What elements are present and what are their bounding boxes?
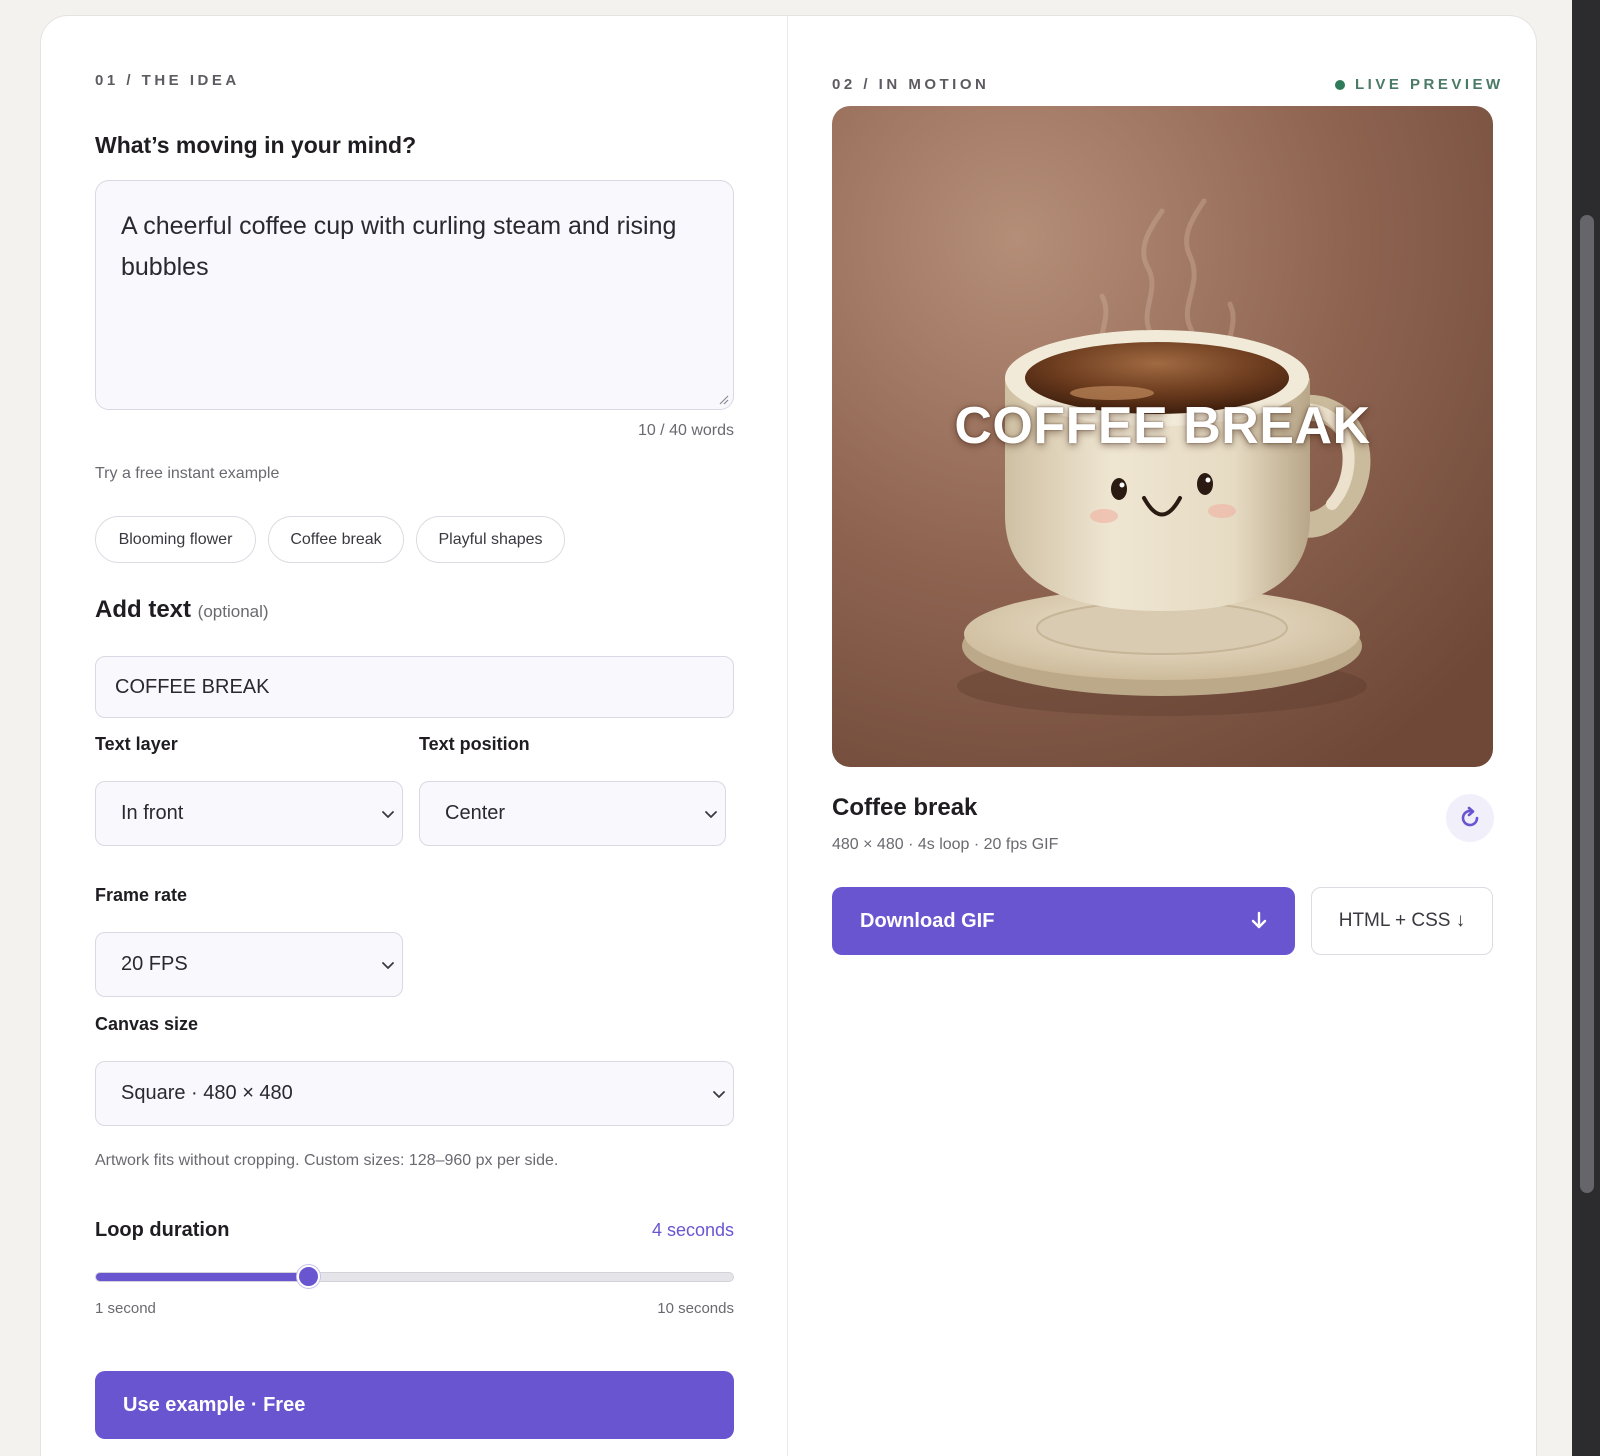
canvas-size-label: Canvas size xyxy=(95,1014,199,1034)
prompt-textarea[interactable]: A cheerful coffee cup with curling steam… xyxy=(95,180,734,410)
slider-max-label: 10 seconds xyxy=(657,1300,734,1317)
text-position-label: Text position xyxy=(419,734,530,754)
example-chip-blooming-flower[interactable]: Blooming flower xyxy=(95,516,256,563)
loop-duration-slider-thumb[interactable] xyxy=(297,1265,320,1288)
example-chip-coffee-break[interactable]: Coffee break xyxy=(268,516,404,563)
use-example-button-label: Use example · Free xyxy=(123,1393,306,1416)
preview-overlay-text: COFFEE BREAK xyxy=(954,397,1371,455)
download-arrow-icon xyxy=(1251,911,1267,929)
section-eyebrow-idea: 01 / THE IDEA xyxy=(95,72,240,89)
chevron-down-icon xyxy=(382,811,394,818)
loop-duration-value: 4 seconds xyxy=(651,1220,734,1240)
examples-label: Try a free instant example xyxy=(95,465,280,482)
live-dot-icon xyxy=(1335,79,1345,90)
canvas-hint: Artwork fits without cropping. Custom si… xyxy=(95,1152,559,1169)
preview-meta: 480 × 480 · 4s loop · 20 fps GIF xyxy=(832,836,1059,853)
add-text-input[interactable]: COFFEE BREAK xyxy=(95,656,734,718)
word-count: 10 / 40 words xyxy=(637,422,734,439)
text-layer-value: In front xyxy=(121,802,184,824)
live-preview-label: LIVE PREVIEW xyxy=(1355,76,1504,93)
download-gif-label: Download GIF xyxy=(860,909,995,932)
text-position-select[interactable]: Center xyxy=(419,781,726,846)
panel-divider xyxy=(787,16,788,1456)
download-gif-button[interactable]: Download GIF xyxy=(832,887,1295,955)
refresh-icon xyxy=(1461,806,1479,827)
canvas-size-select[interactable]: Square · 480 × 480 xyxy=(95,1061,734,1126)
resize-grip-icon[interactable] xyxy=(717,393,729,405)
frame-rate-select[interactable]: 20 FPS xyxy=(95,932,403,997)
frame-rate-label: Frame rate xyxy=(95,885,188,905)
loop-duration-slider-track[interactable] xyxy=(95,1272,734,1282)
text-layer-select[interactable]: In front xyxy=(95,781,403,846)
section-eyebrow-motion: 02 / IN MOTION xyxy=(832,76,990,93)
window-scrollbar-thumb[interactable] xyxy=(1580,215,1594,1193)
refresh-button[interactable] xyxy=(1446,794,1494,842)
chevron-down-icon xyxy=(705,811,717,818)
add-text-optional: (optional) xyxy=(197,602,269,621)
loop-duration-label: Loop duration xyxy=(95,1219,230,1241)
html-css-download-button[interactable]: HTML + CSS ↓ xyxy=(1311,887,1493,955)
text-layer-label: Text layer xyxy=(95,734,178,754)
use-example-button[interactable]: Use example · Free xyxy=(95,1371,734,1439)
preview-title: Coffee break xyxy=(832,794,978,821)
canvas-size-value: Square · 480 × 480 xyxy=(121,1082,293,1104)
chevron-down-icon xyxy=(382,962,394,969)
chevron-down-icon xyxy=(713,1091,725,1098)
slider-min-label: 1 second xyxy=(95,1300,156,1317)
add-text-label-main: Add text xyxy=(95,596,191,623)
add-text-label: Add text (optional) xyxy=(95,596,269,624)
text-position-value: Center xyxy=(445,802,506,824)
prompt-text: A cheerful coffee cup with curling steam… xyxy=(121,212,677,281)
html-css-label: HTML + CSS ↓ xyxy=(1338,910,1466,931)
add-text-value: COFFEE BREAK xyxy=(115,675,270,698)
generator-card: 01 / THE IDEA What’s moving in your mind… xyxy=(40,15,1537,1456)
frame-rate-value: 20 FPS xyxy=(121,953,188,975)
live-preview-indicator: LIVE PREVIEW xyxy=(1335,76,1504,93)
loop-duration-slider-fill xyxy=(96,1273,309,1281)
prompt-label: What’s moving in your mind? xyxy=(95,132,417,158)
example-chip-playful-shapes[interactable]: Playful shapes xyxy=(416,516,565,563)
gif-preview: COFFEE BREAK xyxy=(832,106,1493,767)
